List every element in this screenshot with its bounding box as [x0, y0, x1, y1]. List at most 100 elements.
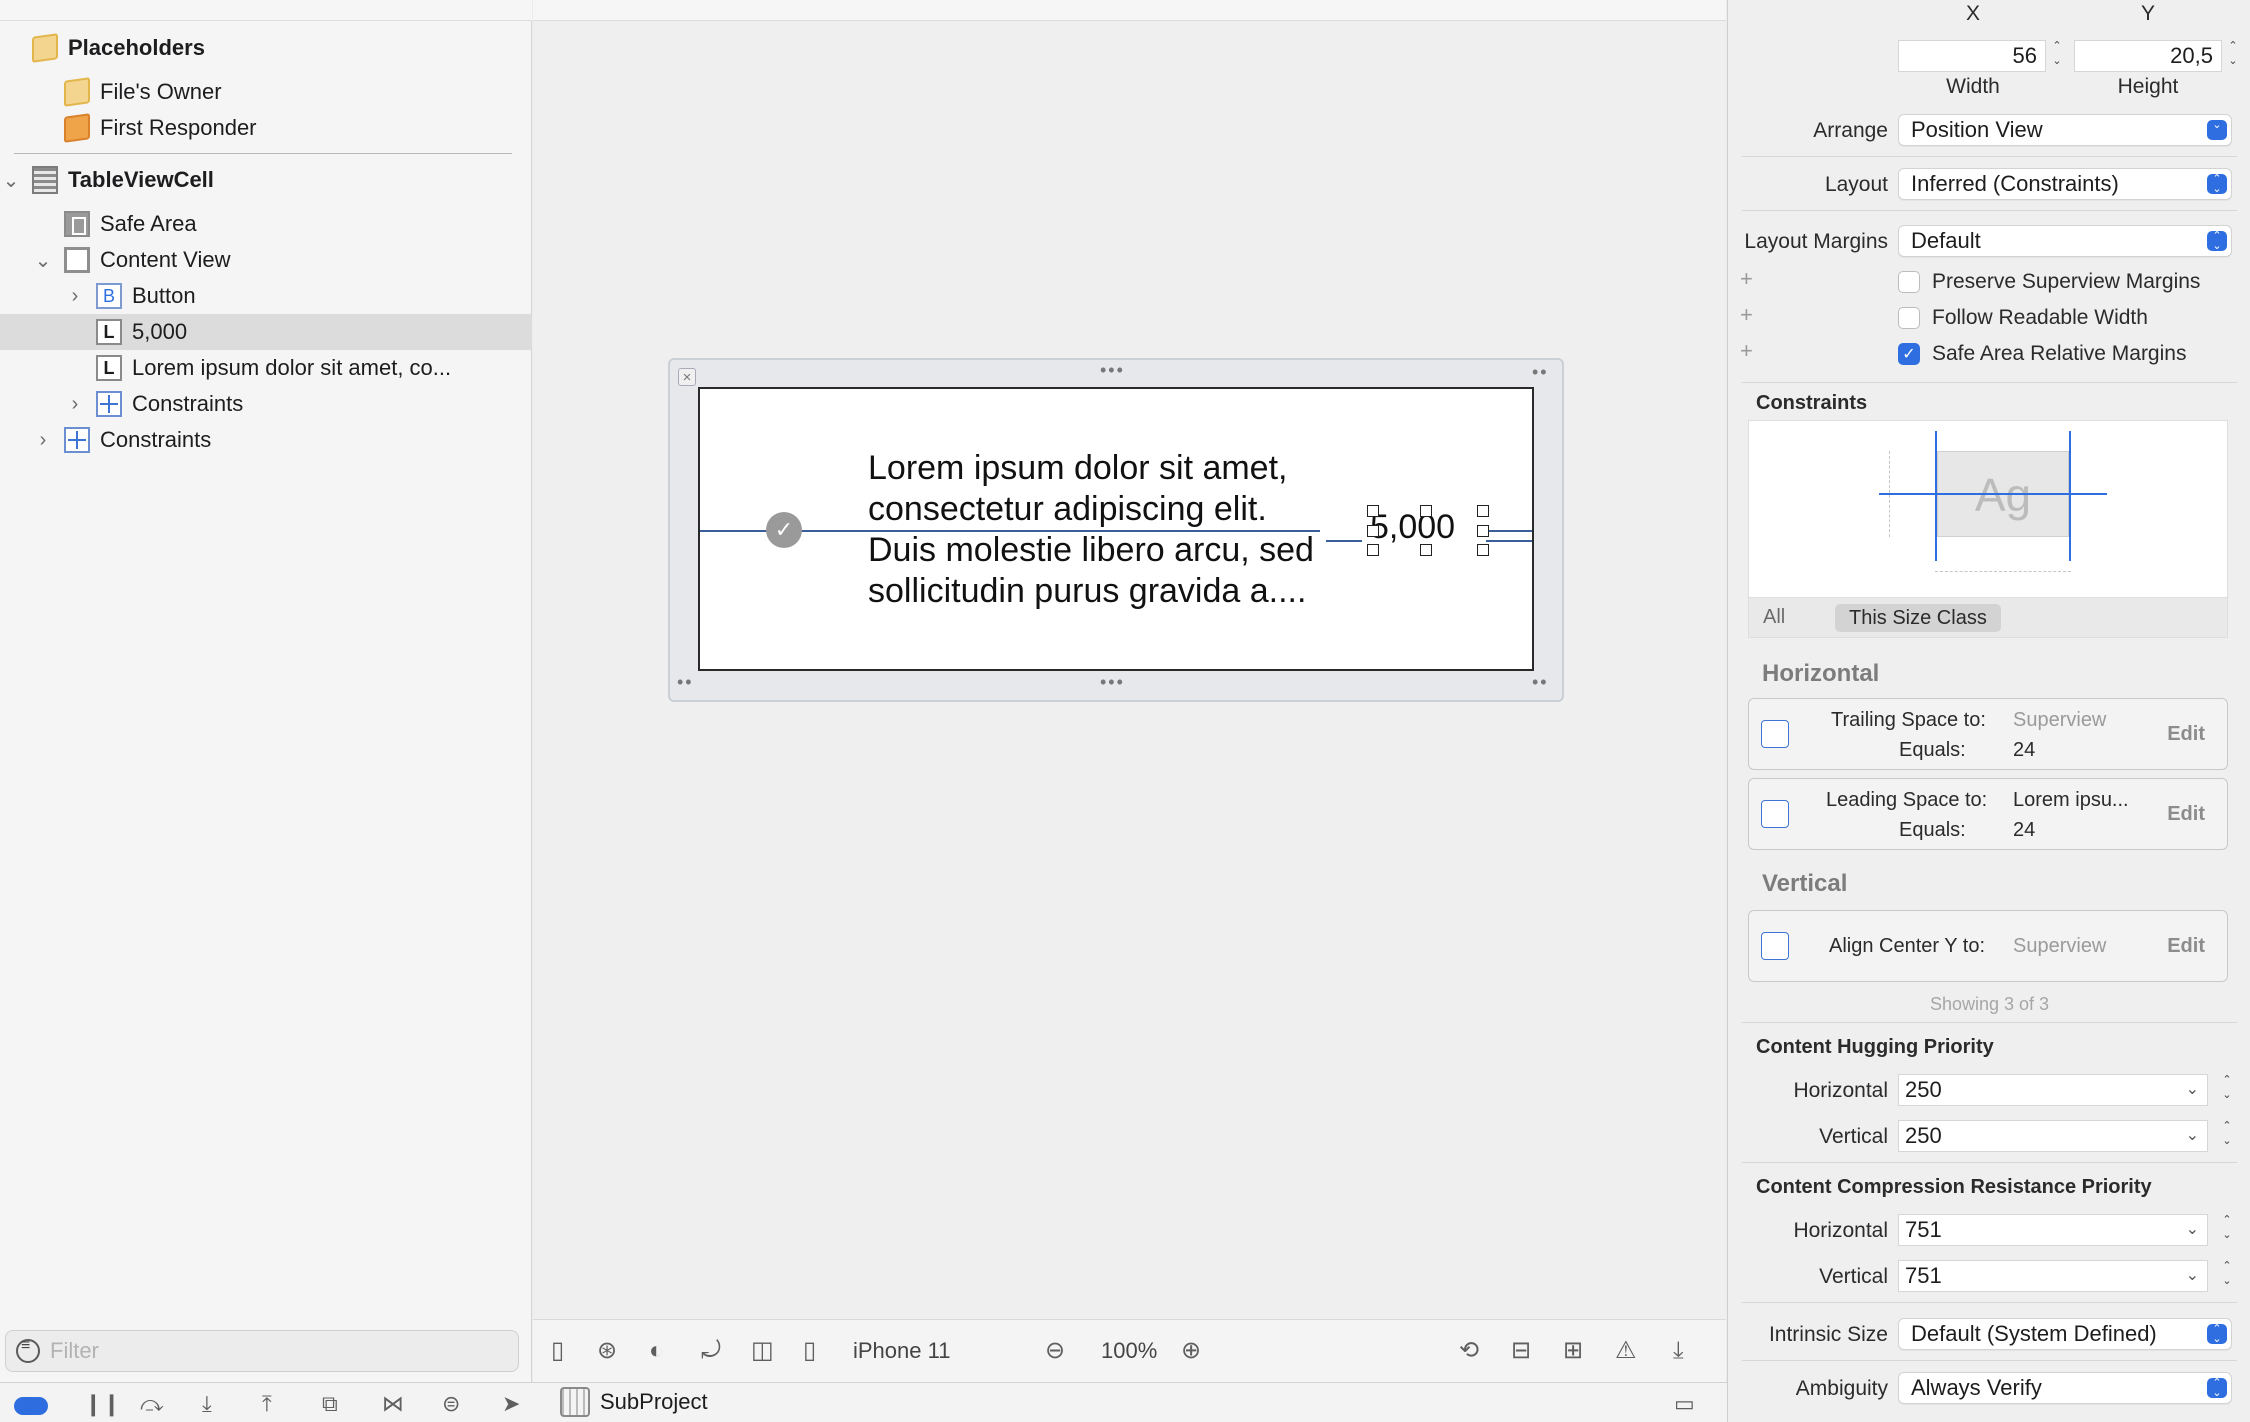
edit-button[interactable]: Edit [2167, 935, 2205, 958]
hugging-vertical-combo[interactable]: 250 ⌄ [1898, 1120, 2208, 1152]
outline-item-constraints-outer[interactable]: › Constraints [0, 422, 532, 458]
zoom-level[interactable]: 100% [1101, 1336, 1157, 1366]
device-icon[interactable]: ▯ [803, 1336, 816, 1366]
zoom-out-icon[interactable]: ⊖ [1045, 1336, 1065, 1366]
split-view-icon[interactable]: ◫ [751, 1336, 774, 1366]
selection-handle[interactable] [1420, 544, 1432, 556]
outline-item-button[interactable]: › B Button [0, 278, 532, 314]
chevron-right-icon[interactable]: › [32, 422, 54, 458]
appearance-icon[interactable]: ◐ [649, 1336, 664, 1366]
compression-horizontal-combo[interactable]: 751 ⌄ [1898, 1214, 2208, 1246]
readable-width-checkbox[interactable] [1898, 307, 1920, 329]
view-debugger-icon[interactable]: ⧉ [322, 1393, 338, 1415]
outline-item-tableviewcell[interactable]: ⌄ TableViewCell [0, 162, 532, 198]
resize-grip-icon[interactable]: •• [1532, 672, 1549, 693]
constraint-card-trailing[interactable]: Trailing Space to: Superview Equals: 24 … [1748, 698, 2228, 770]
add-constraints-icon[interactable]: ⊞ [1563, 1336, 1583, 1366]
arrange-popup[interactable]: Position View ⌄ [1898, 114, 2232, 146]
outline-item-content-view[interactable]: ⌄ Content View [0, 242, 532, 278]
layout-margins-popup[interactable]: Default ⌃ ⌄ [1898, 225, 2232, 257]
arrange-label: Arrange [1813, 119, 1888, 142]
size-class-all[interactable]: All [1763, 606, 1785, 629]
jump-bar[interactable] [0, 0, 532, 21]
update-frames-icon[interactable]: ⟲ [1459, 1336, 1479, 1366]
memory-graph-icon[interactable]: ⋈ [382, 1393, 404, 1415]
outline-item-first-responder[interactable]: First Responder [0, 110, 532, 146]
chevron-down-icon: ⌄ [2185, 1267, 2199, 1284]
chevron-down-icon[interactable]: ⌄ [32, 242, 54, 278]
embed-in-icon[interactable]: ⤓ [1673, 1336, 1684, 1366]
compression-vertical-combo[interactable]: 751 ⌄ [1898, 1260, 2208, 1292]
constraints-icon [64, 427, 90, 453]
step-into-icon[interactable]: ⤓ [202, 1393, 212, 1415]
lorem-label[interactable]: Lorem ipsum dolor sit amet, consectetur … [868, 448, 1328, 612]
close-icon[interactable]: × [678, 368, 696, 386]
scheme-selector[interactable]: SubProject [560, 1387, 708, 1417]
dashed-guide [1889, 451, 1890, 537]
constraint-card-center-y[interactable]: Align Center Y to: Superview Edit [1748, 910, 2228, 982]
hugging-horizontal-stepper[interactable]: ⌃ ⌄ [2218, 1073, 2236, 1107]
selection-handle[interactable] [1367, 525, 1379, 537]
resize-grip-icon[interactable]: •• [1532, 362, 1549, 383]
height-stepper[interactable]: ⌃ ⌄ [2224, 39, 2242, 73]
outline-item-label-lorem[interactable]: L Lorem ipsum dolor sit amet, co... [0, 350, 532, 386]
width-label: Width [1946, 75, 2000, 98]
compression-vertical-stepper[interactable]: ⌃ ⌄ [2218, 1259, 2236, 1293]
intrinsic-size-popup[interactable]: Default (System Defined) ⌃ ⌄ [1898, 1318, 2232, 1350]
layout-popup[interactable]: Inferred (Constraints) ⌃ ⌄ [1898, 168, 2232, 200]
constraint-card-leading[interactable]: Leading Space to: Lorem ipsu... Equals: … [1748, 778, 2228, 850]
value-label[interactable]: 5,000 [1370, 508, 1455, 547]
hugging-vertical-stepper[interactable]: ⌃ ⌄ [2218, 1119, 2236, 1153]
chevron-right-icon[interactable]: › [64, 278, 86, 314]
hugging-horizontal-combo[interactable]: 250 ⌄ [1898, 1074, 2208, 1106]
size-class-this[interactable]: This Size Class [1835, 604, 2001, 632]
selection-handle[interactable] [1477, 525, 1489, 537]
device-selector[interactable]: iPhone 11 [853, 1336, 950, 1366]
plus-icon[interactable]: + [1740, 302, 1753, 328]
pause-icon[interactable]: ❙❙ [84, 1393, 121, 1415]
outline-item-label-5000[interactable]: L 5,000 [0, 314, 532, 350]
selection-handle[interactable] [1367, 544, 1379, 556]
outline-toggle-icon[interactable]: ▯ [551, 1336, 564, 1366]
plus-icon[interactable]: + [1740, 338, 1753, 364]
location-icon[interactable]: ➤ [502, 1393, 520, 1415]
filter-field[interactable]: Filter [5, 1330, 519, 1372]
constraint-title: Align Center Y to: [1829, 935, 1986, 957]
outline-item-constraints-inner[interactable]: › Constraints [0, 386, 532, 422]
ambiguity-popup[interactable]: Always Verify ⌃ ⌄ [1898, 1372, 2232, 1404]
outline-item-placeholders[interactable]: Placeholders [0, 30, 532, 66]
edit-button[interactable]: Edit [2167, 803, 2205, 826]
width-field[interactable]: 56 [1898, 40, 2046, 72]
checkmark-button[interactable]: ✓ [766, 512, 802, 548]
edit-button[interactable]: Edit [2167, 723, 2205, 746]
orientation-icon[interactable]: ⤾ [701, 1336, 721, 1366]
zoom-in-icon[interactable]: ⊕ [1181, 1336, 1201, 1366]
align-icon[interactable]: ⊟ [1511, 1336, 1531, 1366]
environment-overrides-icon[interactable]: ⊜ [442, 1393, 460, 1415]
plus-icon[interactable]: + [1740, 266, 1753, 292]
outline-item-safe-area[interactable]: Safe Area [0, 206, 532, 242]
resize-grip-icon[interactable]: ••• [1100, 360, 1125, 381]
height-field[interactable]: 20,5 [2074, 40, 2222, 72]
console-toggle-icon[interactable]: ▭ [1674, 1393, 1695, 1415]
selection-handle[interactable] [1420, 505, 1432, 517]
resize-grip-icon[interactable]: •• [677, 672, 694, 693]
breakpoints-toggle[interactable] [14, 1397, 48, 1415]
chevron-right-icon[interactable]: › [64, 386, 86, 422]
safe-area-margins-checkbox[interactable]: ✓ [1898, 343, 1920, 365]
constraint-equals: 24 [2013, 819, 2036, 841]
selection-handle[interactable] [1367, 505, 1379, 517]
resize-grip-icon[interactable]: ••• [1100, 672, 1125, 693]
width-stepper[interactable]: ⌃ ⌄ [2048, 39, 2066, 73]
preserve-margins-checkbox[interactable] [1898, 271, 1920, 293]
step-out-icon[interactable]: ⤒ [262, 1393, 272, 1415]
selection-handle[interactable] [1477, 505, 1489, 517]
accessibility-icon[interactable]: ⊛ [597, 1336, 617, 1366]
outline-item-files-owner[interactable]: File's Owner [0, 74, 532, 110]
chevron-down-icon[interactable]: ⌄ [0, 162, 22, 198]
selection-handle[interactable] [1477, 544, 1489, 556]
compression-horizontal-stepper[interactable]: ⌃ ⌄ [2218, 1213, 2236, 1247]
step-over-icon[interactable]: ⤼ [140, 1393, 164, 1415]
breadcrumb[interactable] [533, 0, 1726, 21]
resolve-issues-icon[interactable]: ⚠ [1615, 1336, 1637, 1366]
